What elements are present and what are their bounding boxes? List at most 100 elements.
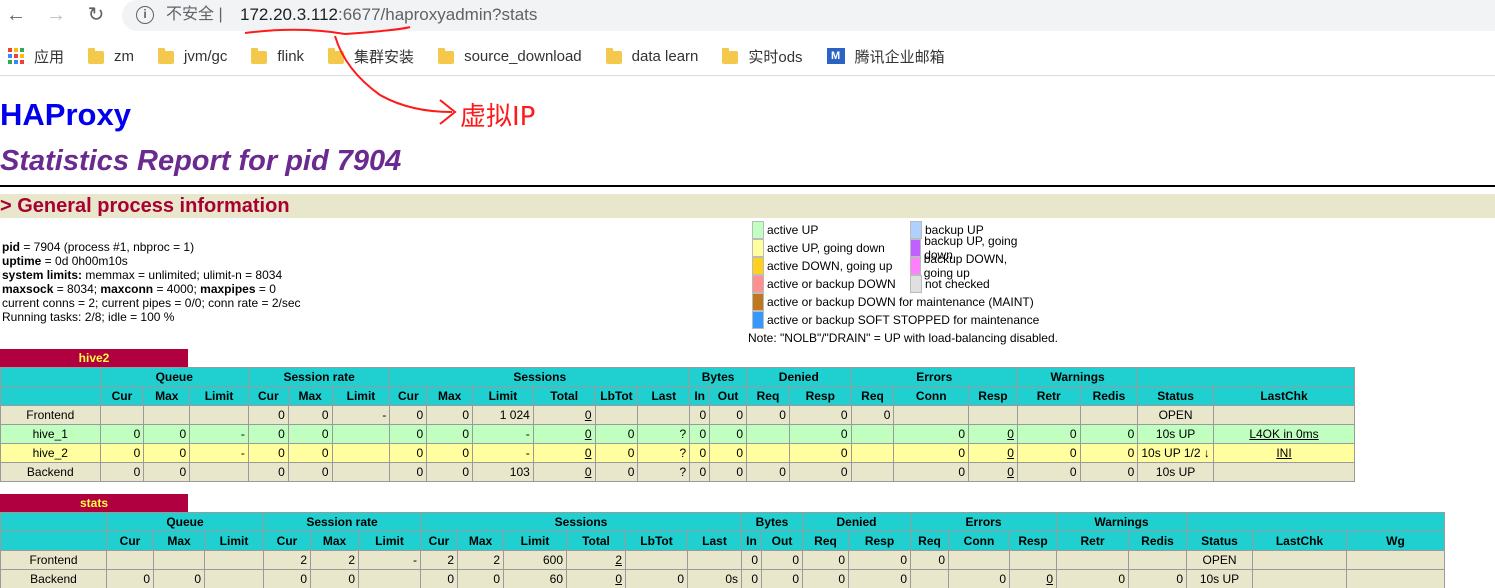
table-cell: 0 [287,405,333,425]
table-cell: 0 [788,462,852,482]
table-cell [594,405,639,425]
column-header: Max [426,386,474,406]
table-cell: - [472,443,534,463]
column-header: Last [687,531,742,551]
table-cell: 0 [625,569,688,588]
server-name[interactable]: Backend [0,569,107,588]
table-cell: 0 [457,569,504,588]
legend-label: active or backup SOFT STOPPED for mainte… [767,313,1040,327]
table-cell: 0 [594,462,639,482]
column-header: LastChk [1212,386,1356,406]
table-cell[interactable] [1252,550,1347,570]
table-cell: 0 [709,462,748,482]
table-cell: 0 [802,550,849,570]
table-cell: 0 [709,424,748,444]
table-cell: 0 [420,569,458,588]
table-cell: 0 [761,550,803,570]
table-cell: 60 [503,569,567,588]
table-cell[interactable] [1212,462,1356,482]
legend-swatch [752,257,764,275]
proxy-name[interactable]: hive2 [0,349,188,367]
table-cell: ? [637,462,691,482]
header-cell [1186,512,1445,532]
column-header: Cur [247,386,289,406]
column-header: Limit [503,531,567,551]
column-group-header: Warnings [1016,367,1139,387]
table-cell[interactable]: 2 [566,550,626,570]
column-header: Last [637,386,691,406]
legend-label: active or backup DOWN for maintenance (M… [767,295,1034,309]
page-title[interactable]: HAProxy [0,97,131,133]
table-cell: 0 [594,443,639,463]
legend-label: active DOWN, going up [767,259,893,273]
table-cell: OPEN [1186,550,1253,570]
table-cell[interactable]: INI [1212,443,1356,463]
table-cell[interactable]: 0 [532,424,596,444]
table-cell[interactable]: 0 [532,462,596,482]
table-cell: 2 [457,550,504,570]
table-cell: 0 [426,443,474,463]
column-header: Cur [106,531,154,551]
server-name[interactable]: hive_1 [0,424,101,444]
table-cell [99,405,145,425]
table-cell[interactable]: 0 [532,443,596,463]
table-cell: 0 [848,550,911,570]
table-cell: 0 [247,443,289,463]
proxy-name[interactable]: stats [0,494,188,512]
column-header: Conn [948,531,1010,551]
server-name[interactable]: Frontend [0,550,107,570]
table-row: Frontend 2 2-2 2 600 2 0 0 0 0 0 OPEN [0,550,1485,570]
table-cell [850,443,895,463]
table-cell: 0 [1056,569,1129,588]
table-cell: 0 [893,443,970,463]
table-cell: 0 [893,424,970,444]
server-name[interactable]: hive_2 [0,443,101,463]
table-cell [1079,405,1139,425]
table-cell[interactable]: 0 [532,405,596,425]
table-cell[interactable]: L4OK in 0ms [1212,424,1356,444]
table-cell: 0 [143,424,191,444]
table-cell: 0 [968,443,1018,463]
legend-item: active or backup DOWN for maintenance (M… [752,293,1039,311]
column-group-header: Queue [106,512,264,532]
table-cell: 0 [310,569,359,588]
column-header: LbTot [625,531,688,551]
table-cell [637,405,691,425]
table-cell[interactable] [1252,569,1347,588]
table-cell: 0s [687,569,742,588]
table-cell: 0 [263,569,311,588]
table-cell: - [472,424,534,444]
table-cell: 0 [247,462,289,482]
column-header: Retr [1016,386,1081,406]
column-header: Max [287,386,333,406]
page-subtitle: Statistics Report for pid 7904 [0,145,402,177]
table-cell: 0 [153,569,205,588]
table-cell: 0 [426,405,474,425]
table-cell: 0 [106,569,154,588]
table-cell [1056,550,1129,570]
server-name[interactable]: Frontend [0,405,101,425]
table-row: hive_2 0 0-0 0 0 0-0 0? 0 0 0 0 0 0 0 10s UP 1/2 ↓ INI [0,443,1495,463]
header-cell [0,386,101,406]
legend-swatch [910,221,922,239]
column-header: Cur [99,386,145,406]
table-cell: - [189,424,249,444]
table-cell: 0 [287,443,333,463]
table-cell: 600 [503,550,567,570]
table-cell: 0 [99,443,145,463]
column-header: Cur [420,531,458,551]
column-header: LastChk [1252,531,1347,551]
column-header: Max [457,531,504,551]
server-name[interactable]: Backend [0,462,101,482]
table-cell: 0 [709,405,748,425]
table-cell: 0 [689,443,711,463]
column-header: Redis [1079,386,1139,406]
legend-swatch [752,275,764,293]
table-cell: 0 [968,424,1018,444]
table-cell[interactable]: 0 [566,569,626,588]
table-cell[interactable] [1212,405,1356,425]
table-cell: 0 [788,424,852,444]
column-header: Limit [358,531,421,551]
column-header: Resp [968,386,1018,406]
column-group-header: Bytes [689,367,748,387]
